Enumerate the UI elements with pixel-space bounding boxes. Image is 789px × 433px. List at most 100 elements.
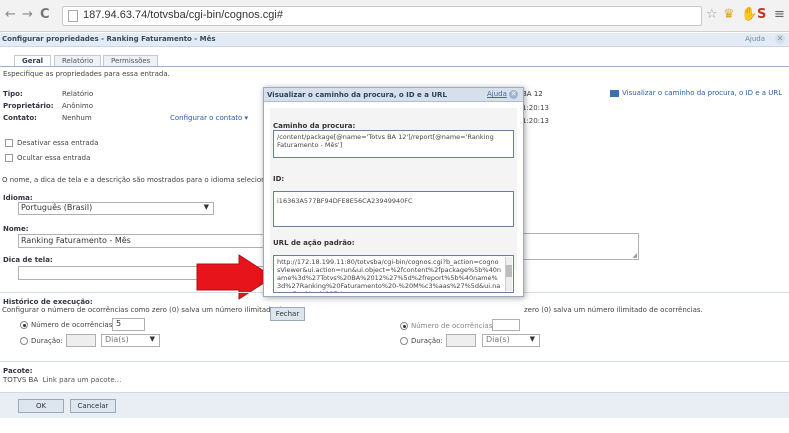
back-icon[interactable]: ← — [5, 8, 16, 22]
desativar-label: Desativar essa entrada — [17, 139, 99, 147]
star-icon[interactable]: ☆ — [706, 8, 718, 22]
ocultar-checkbox-row[interactable]: Ocultar essa entrada — [5, 154, 90, 162]
duracao-label-right: Duração: — [411, 337, 443, 345]
forward-icon[interactable]: → — [22, 8, 33, 22]
tipo-label: Tipo: — [3, 90, 23, 98]
ocultar-checkbox[interactable] — [5, 154, 13, 162]
dialog-title: Visualizar o caminho da procura, o ID e … — [267, 91, 447, 99]
nome-label: Nome: — [3, 225, 29, 233]
chevron-down-icon: ▼ — [203, 203, 209, 211]
dialog-title-bar[interactable]: Visualizar o caminho da procura, o ID e … — [264, 88, 523, 102]
id-label: ID: — [273, 175, 285, 183]
num-input-right[interactable] — [492, 319, 520, 331]
url-scrollbar[interactable] — [505, 257, 512, 291]
dias-select-right[interactable]: Dia(s) ▼ — [482, 334, 540, 347]
id-value: i16363A577BF94DFE8E56CA23949940FC — [277, 197, 413, 205]
nome-input[interactable]: Ranking Faturamento - Mês — [18, 234, 264, 248]
bookmark-icon[interactable]: ♛ — [723, 8, 735, 22]
view-path-link[interactable]: Visualizar o caminho da procura, o ID e … — [622, 89, 782, 97]
language-info-text: O nome, a dica de tela e a descrição são… — [2, 176, 281, 184]
history-desc: Configurar o número de ocorrências como … — [2, 306, 293, 314]
chevron-down-icon: ▼ — [529, 335, 535, 343]
description-textarea[interactable]: ◢ — [522, 233, 639, 260]
duracao-input[interactable] — [66, 334, 96, 347]
right-partial-1: BA 12 — [522, 90, 543, 98]
dialog-close-icon[interactable]: ✕ — [509, 90, 518, 99]
right-partial-2: 1:20:13 — [522, 104, 549, 112]
num-input[interactable]: 5 — [112, 318, 145, 331]
close-icon[interactable]: ✕ — [775, 34, 785, 44]
package-value: TOTVS BA — [3, 376, 39, 384]
right-partial-3: 1:20:13 — [522, 117, 549, 125]
dias-select[interactable]: Dia(s) ▼ — [101, 334, 160, 347]
dialog-help-link[interactable]: Ajuda — [487, 90, 507, 98]
page-description: Especifique as propriedades para essa en… — [3, 70, 170, 78]
dialog-body: Caminho da procura: /content/package[@na… — [270, 108, 517, 293]
history-title: Histórico de execução: — [3, 298, 93, 306]
ok-button[interactable]: OK — [18, 399, 64, 413]
num-radio[interactable] — [20, 321, 28, 329]
menu-icon[interactable]: ≡ — [774, 8, 785, 22]
resize-handle-icon[interactable]: ◢ — [632, 252, 637, 259]
num-label-right: Número de ocorrências: — [411, 322, 495, 330]
tipo-value: Relatório — [62, 90, 94, 98]
tab-bar: Geral Relatório Permissões — [0, 55, 789, 67]
duracao-label: Duração: — [31, 337, 63, 345]
extension-icon[interactable]: ✋ — [741, 8, 757, 22]
package-row: TOTVS BA Link para um pacote... — [3, 376, 121, 384]
ocultar-label: Ocultar essa entrada — [17, 154, 91, 162]
url-text[interactable]: 187.94.63.74/totvsba/cgi-bin/cognos.cgi# — [83, 9, 283, 21]
tab-geral[interactable]: Geral — [14, 55, 52, 66]
scrollbar-thumb[interactable] — [506, 265, 512, 277]
contato-label: Contato: — [3, 114, 37, 122]
proprietario-label: Proprietário: — [3, 102, 54, 110]
chevron-down-icon: ▼ — [149, 335, 155, 343]
num-radio-row-right[interactable]: Número de ocorrências: — [400, 322, 495, 330]
duracao-input-right[interactable] — [446, 334, 476, 347]
duracao-radio-row[interactable]: Duração: — [20, 337, 63, 345]
view-path-link-wrap[interactable]: Visualizar o caminho da procura, o ID e … — [610, 89, 782, 97]
s-extension-icon[interactable]: S — [757, 8, 766, 22]
address-bar[interactable]: 187.94.63.74/totvsba/cgi-bin/cognos.cgi# — [62, 6, 702, 26]
browser-toolbar: ← → C 187.94.63.74/totvsba/cgi-bin/cogno… — [0, 0, 789, 32]
dias-value: Dia(s) — [105, 335, 129, 344]
desativar-checkbox[interactable] — [5, 139, 13, 147]
close-dialog-button[interactable]: Fechar — [270, 307, 305, 321]
configurar-contato-link[interactable]: Configurar o contato ▾ — [170, 114, 248, 122]
contato-value: Nenhum — [62, 114, 92, 122]
properties-title-bar: Configurar propriedades - Ranking Fatura… — [0, 33, 789, 47]
page-icon — [68, 10, 78, 22]
num-value: 5 — [116, 319, 122, 328]
nome-value: Ranking Faturamento - Mês — [21, 236, 131, 245]
url-label: URL de ação padrão: — [273, 239, 355, 247]
url-field[interactable]: http://172.18.199.11:80/totvsba/cgi-bin/… — [273, 255, 514, 293]
proprietario-value: Anônimo — [62, 102, 93, 110]
idioma-label: Idioma: — [3, 194, 33, 202]
divider — [0, 361, 789, 362]
history-desc-right: zero (0) salva um número ilimitado de oc… — [524, 306, 703, 314]
page-title: Configurar propriedades - Ranking Fatura… — [2, 35, 216, 43]
path-field[interactable]: /content/package[@name='Totvs BA 12']/re… — [273, 130, 514, 158]
cancel-button[interactable]: Cancelar — [70, 399, 116, 413]
package-title: Pacote: — [3, 367, 33, 375]
url-value: http://172.18.199.11:80/totvsba/cgi-bin/… — [277, 258, 501, 292]
id-field[interactable]: i16363A577BF94DFE8E56CA23949940FC — [273, 191, 514, 227]
dica-label: Dica de tela: — [3, 256, 53, 264]
duracao-radio[interactable] — [20, 337, 28, 345]
idioma-select[interactable]: Português (Brasil) ▼ — [18, 202, 214, 215]
help-link[interactable]: Ajuda — [745, 35, 765, 43]
package-link[interactable]: Link para um pacote... — [43, 376, 122, 384]
duracao-radio-row-right[interactable]: Duração: — [400, 337, 443, 345]
view-path-icon — [610, 89, 619, 97]
num-radio-right[interactable] — [400, 322, 408, 330]
reload-icon[interactable]: C — [40, 8, 50, 22]
desativar-checkbox-row[interactable]: Desativar essa entrada — [5, 139, 98, 147]
bottom-bar: OK Cancelar — [0, 392, 789, 418]
tab-relatorio[interactable]: Relatório — [54, 55, 102, 66]
path-label: Caminho da procura: — [273, 122, 356, 130]
tab-permissoes[interactable]: Permissões — [103, 55, 159, 66]
num-radio-row[interactable]: Número de ocorrências: — [20, 321, 115, 329]
view-path-dialog: Visualizar o caminho da procura, o ID e … — [263, 87, 524, 321]
duracao-radio-right[interactable] — [400, 337, 408, 345]
dias-value-right: Dia(s) — [486, 335, 510, 344]
